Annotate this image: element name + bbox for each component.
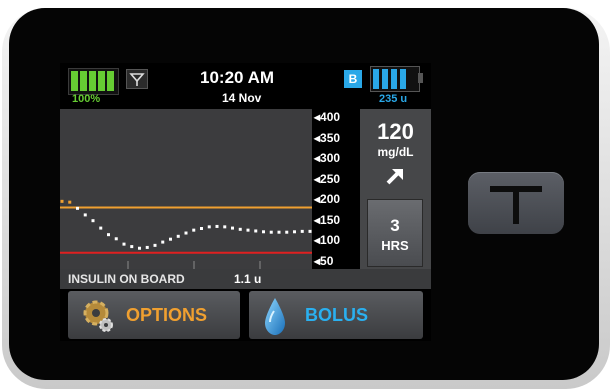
battery-percent: 100% <box>72 93 101 105</box>
timeframe-number: 3 <box>390 216 400 235</box>
glucose-reading-point <box>145 245 149 249</box>
clock-time: 10:20 AM <box>200 68 275 87</box>
timeframe-button[interactable]: 3 HRS <box>367 199 423 267</box>
glucose-reading-point <box>122 242 126 246</box>
glucose-reading-point <box>169 237 172 241</box>
iob-label: INSULIN ON BOARD <box>68 272 185 286</box>
glucose-reading-point <box>207 225 211 229</box>
scale-tick-label: ◂50 <box>314 254 334 268</box>
insulin-on-board-row: INSULIN ON BOARD 1.1 u <box>60 269 431 289</box>
glucose-reading-point <box>231 226 234 230</box>
glucose-reading-point <box>277 230 281 234</box>
glucose-scale: ◂400 ◂350 ◂300 ◂250 ◂200 ◂150 ◂100 ◂50 <box>312 109 360 269</box>
scale-tick-label: ◂100 <box>314 233 341 248</box>
glucose-reading-point <box>76 206 79 210</box>
bluetooth-badge-label: B <box>348 72 358 86</box>
glucose-reading-point <box>83 213 87 217</box>
scale-tick-label: ◂300 <box>314 151 341 166</box>
t-logo-icon <box>490 186 542 224</box>
glucose-reading-point <box>285 230 289 234</box>
drop-icon <box>262 295 288 337</box>
scale-tick-label: ◂150 <box>314 212 341 227</box>
cgm-trend-graph[interactable] <box>60 109 312 269</box>
bolus-label: BOLUS <box>305 305 368 325</box>
glucose-unit: mg/dL <box>377 145 414 159</box>
glucose-reading-point <box>293 230 296 234</box>
glucose-value: 120 <box>377 119 414 144</box>
glucose-reading-point <box>254 229 258 233</box>
status-bar: 100% 10:20 AM 14 Nov B 235 u <box>60 63 431 109</box>
glucose-reading-point <box>68 200 72 204</box>
glucose-reading-panel: 120 mg/dL 3 HRS <box>360 109 431 269</box>
scale-tick-label: ◂200 <box>314 192 341 207</box>
glucose-reading-point <box>138 246 141 250</box>
glucose-reading-point <box>99 226 103 230</box>
glucose-reading-point <box>91 219 95 223</box>
glucose-reading-point <box>176 234 180 238</box>
glucose-reading-point <box>223 225 227 229</box>
antenna-icon <box>126 69 148 89</box>
glucose-reading-point <box>184 231 188 235</box>
glucose-reading-point <box>262 230 265 234</box>
current-date: 14 Nov <box>222 91 262 105</box>
glucose-reading-point <box>114 237 118 241</box>
glucose-reading-point <box>200 226 203 230</box>
glucose-reading-point <box>192 228 196 232</box>
options-label: OPTIONS <box>126 305 208 325</box>
glucose-reading-point <box>238 227 242 231</box>
bluetooth-badge: B <box>344 70 362 88</box>
glucose-reading-point <box>246 228 250 232</box>
gear-icon <box>80 297 114 333</box>
arrow-up-right-icon <box>384 165 406 187</box>
iob-value: 1.1 u <box>234 272 262 286</box>
glucose-reading-point <box>60 199 64 203</box>
t-screen-on-button[interactable] <box>468 172 564 234</box>
scale-tick-label: ◂400 <box>314 110 341 124</box>
glucose-reading-point <box>153 243 157 247</box>
glucose-reading-point <box>130 245 134 249</box>
glucose-reading-point <box>269 230 273 234</box>
scale-tick-label: ◂350 <box>314 130 341 145</box>
glucose-reading-point <box>161 240 165 244</box>
scale-tick-label: ◂250 <box>314 171 341 186</box>
bolus-button[interactable]: BOLUS <box>249 291 423 339</box>
glucose-reading-point <box>107 233 110 237</box>
glucose-reading-point <box>300 229 304 233</box>
insulin-cartridge-icon <box>370 66 424 92</box>
glucose-reading-point <box>215 224 219 228</box>
battery-icon <box>68 63 119 95</box>
bottom-action-bar: OPTIONS BOLUS <box>60 289 431 341</box>
insulin-remaining: 235 u <box>379 93 408 105</box>
pump-screen: 100% 10:20 AM 14 Nov B 235 u ◂400 ◂350 ◂… <box>60 63 431 341</box>
options-button[interactable]: OPTIONS <box>68 291 240 339</box>
timeframe-unit: HRS <box>381 238 409 253</box>
